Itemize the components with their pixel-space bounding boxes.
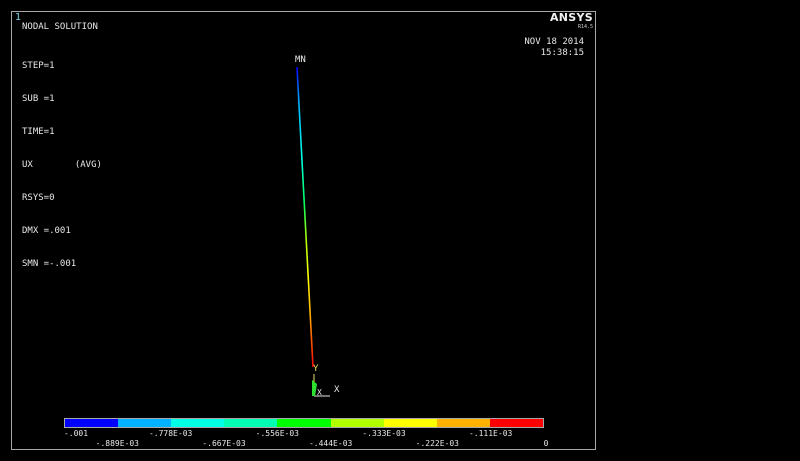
axis-y-label: Y <box>313 364 319 374</box>
legend-color-7 <box>436 419 490 427</box>
graphics-viewport[interactable]: 1 NODAL SOLUTION STEP=1 SUB =1 TIME=1 UX… <box>11 11 596 450</box>
legend-label-top: -.111E-03 <box>468 429 513 438</box>
legend-label-bottom: -.889E-03 <box>95 439 140 448</box>
legend-color-3 <box>224 419 278 427</box>
legend-color-4 <box>277 419 331 427</box>
legend-label-bottom: -.444E-03 <box>308 439 353 448</box>
axis-x-label: X <box>334 385 340 395</box>
legend-label-top: -.001 <box>63 429 89 438</box>
legend-color-0 <box>65 419 119 427</box>
contour-legend <box>64 418 544 428</box>
legend-color-6 <box>383 419 437 427</box>
legend-color-5 <box>330 419 384 427</box>
legend-color-1 <box>118 419 172 427</box>
min-label: MN <box>295 55 306 65</box>
legend-label-top: -.333E-03 <box>362 429 406 438</box>
beam-line[interactable] <box>296 66 314 368</box>
legend-label-bottom: -.222E-03 <box>415 439 460 448</box>
axis-x-small-label: X <box>317 388 322 397</box>
legend-label-bottom: 0 <box>543 439 549 448</box>
legend-color-2 <box>171 419 225 427</box>
legend-color-8 <box>489 419 543 427</box>
legend-label-top: -.556E-03 <box>255 429 300 438</box>
legend-label-top: -.778E-03 <box>148 429 193 438</box>
legend-label-bottom: -.667E-03 <box>202 439 246 448</box>
beam-model[interactable] <box>12 12 595 449</box>
